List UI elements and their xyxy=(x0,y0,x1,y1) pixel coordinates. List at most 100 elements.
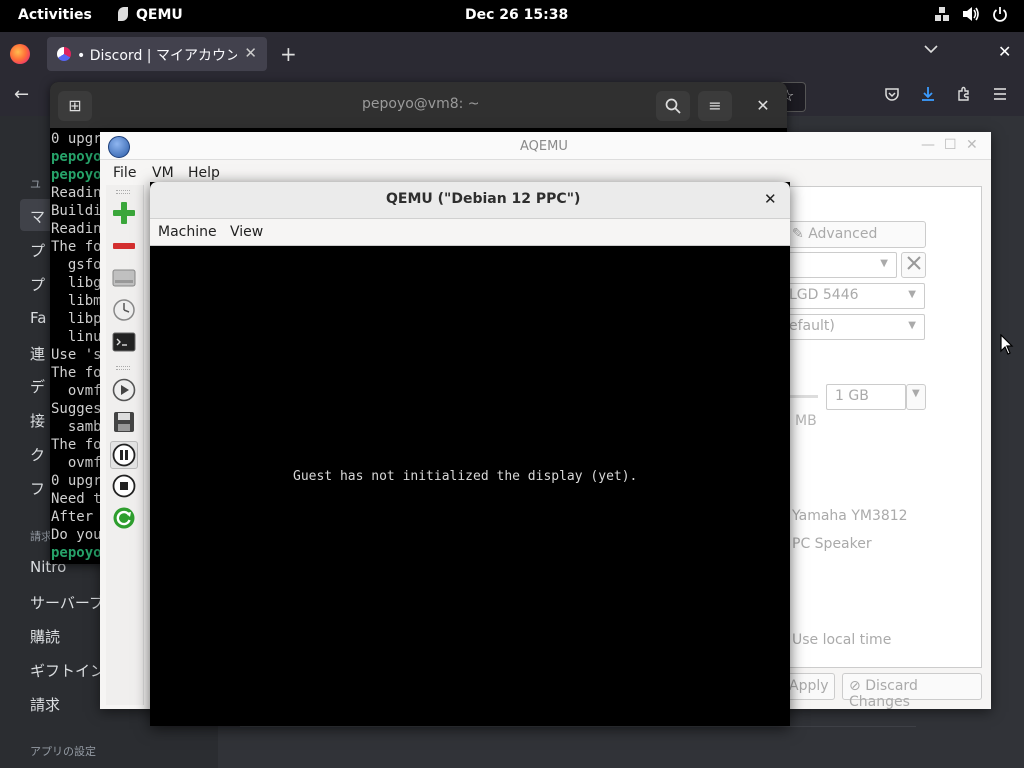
sidebar-item[interactable]: Fa xyxy=(30,309,46,327)
vm-drive-icon[interactable] xyxy=(112,266,136,290)
app-menu[interactable]: QEMU xyxy=(118,7,183,23)
sidebar-item[interactable]: プ xyxy=(30,274,45,295)
terminal-title: pepoyo@vm8: ~ xyxy=(362,96,480,112)
sidebar-item[interactable]: 接 xyxy=(30,410,45,431)
chevron-down-icon: ▼ xyxy=(880,258,888,269)
pocket-icon[interactable] xyxy=(884,86,900,106)
sidebar-item[interactable]: ク xyxy=(30,444,45,465)
firefox-logo-icon xyxy=(10,44,30,64)
video-card-select[interactable]: LGD 5446 ▼ xyxy=(780,283,925,309)
chevron-down-icon: ▼ xyxy=(908,320,916,331)
memory-dropdown-button[interactable]: ▼ xyxy=(906,384,926,410)
use-local-time-checkbox[interactable]: Use local time xyxy=(792,632,891,648)
terminal-line: The fo xyxy=(51,437,102,453)
guest-display[interactable] xyxy=(150,246,790,726)
network-question-icon xyxy=(934,6,950,26)
reset-icon[interactable] xyxy=(112,506,136,530)
sidebar-item[interactable]: マ xyxy=(30,206,45,227)
window-close-button[interactable]: ✕ xyxy=(998,42,1011,61)
terminal-line: ovmf xyxy=(51,383,102,399)
terminal-line: libg xyxy=(51,275,102,291)
wrench-icon: ✎ xyxy=(792,226,804,242)
toolbar-grip[interactable] xyxy=(116,190,130,194)
sidebar-item[interactable]: サーバーブ xyxy=(30,592,104,613)
guest-display-message: Guest has not initialized the display (y… xyxy=(293,469,638,484)
remove-vm-icon[interactable] xyxy=(112,234,136,258)
discord-favicon-icon xyxy=(57,47,71,61)
menu-help[interactable]: Help xyxy=(188,165,220,181)
terminal-line: gsfo xyxy=(51,257,102,273)
qemu-close-button[interactable]: ✕ xyxy=(764,190,777,208)
list-all-tabs-button[interactable] xyxy=(924,42,938,58)
sidebar-item[interactable]: デ xyxy=(30,376,45,397)
play-icon[interactable] xyxy=(112,378,136,402)
content-divider xyxy=(240,726,916,727)
sidebar-item[interactable]: 購読 xyxy=(30,626,60,647)
app-name-label: QEMU xyxy=(136,7,183,23)
terminal-line: Sugges xyxy=(51,401,102,417)
sidebar-item[interactable]: ギフトイン xyxy=(30,660,105,681)
tab-discord[interactable]: • Discord | マイアカウン ✕ xyxy=(47,37,267,71)
terminal-line: pepoyo xyxy=(51,149,102,165)
download-icon[interactable] xyxy=(920,86,936,106)
sidebar-item[interactable]: プ xyxy=(30,240,45,261)
maximize-button[interactable]: ☐ xyxy=(944,137,957,153)
advanced-label: Advanced xyxy=(808,226,878,242)
terminal-search-button[interactable] xyxy=(656,91,690,121)
terminal-line: Readin xyxy=(51,185,102,201)
new-terminal-tab-button[interactable]: ⊞ xyxy=(58,91,92,121)
sound-pc-speaker-checkbox[interactable]: PC Speaker xyxy=(792,536,872,552)
minimize-button[interactable]: — xyxy=(921,137,935,153)
pause-icon[interactable] xyxy=(110,441,138,469)
add-vm-icon[interactable] xyxy=(112,201,136,225)
menu-vm[interactable]: VM xyxy=(152,165,174,181)
activities-button[interactable]: Activities xyxy=(18,7,92,23)
menu-file[interactable]: File xyxy=(113,165,136,181)
terminal-line: Do you xyxy=(51,527,102,543)
menu-icon[interactable] xyxy=(992,86,1008,106)
terminal-line: The fo xyxy=(51,365,102,381)
cpu-select[interactable]: efault) ▼ xyxy=(780,314,925,340)
clock[interactable]: Dec 26 15:38 xyxy=(465,7,568,23)
discard-icon: ⊘ xyxy=(849,678,861,694)
terminal-line: linu xyxy=(51,329,102,345)
close-button[interactable]: ✕ xyxy=(966,137,978,153)
memory-unit-label: MB xyxy=(795,413,817,429)
terminal-line: Use 's xyxy=(51,347,102,363)
terminal-line: ovmf xyxy=(51,455,102,471)
sidebar-item[interactable]: フ xyxy=(30,478,45,499)
chevron-down-icon: ▼ xyxy=(908,289,916,300)
terminal-line: 0 upgr xyxy=(51,473,102,489)
terminal-line: The fo xyxy=(51,239,102,255)
back-button[interactable]: ← xyxy=(14,84,29,105)
stop-icon[interactable] xyxy=(112,474,136,498)
toolbar-grip[interactable] xyxy=(116,366,130,370)
menu-machine[interactable]: Machine xyxy=(158,224,217,240)
sidebar-item[interactable]: 請求 xyxy=(30,694,60,715)
terminal-close-button[interactable]: ✕ xyxy=(746,91,780,121)
aqemu-logo-icon xyxy=(108,136,130,158)
sound-ym3812-checkbox[interactable]: Yamaha YM3812 xyxy=(792,508,908,524)
tab-close-icon[interactable]: ✕ xyxy=(244,44,257,62)
sidebar-header: 請求 xyxy=(30,530,52,543)
memory-value-field[interactable]: 1 GB xyxy=(826,384,906,410)
clock-icon[interactable] xyxy=(112,298,136,322)
terminal-line: libm xyxy=(51,293,102,309)
terminal-line: pepoyo xyxy=(51,545,102,561)
menu-view[interactable]: View xyxy=(230,224,263,240)
system-tray[interactable] xyxy=(934,6,1008,26)
sidebar-item[interactable]: 連 xyxy=(30,343,45,364)
sidebar-header: ユ xyxy=(30,178,41,191)
machine-type-select[interactable]: ▼ xyxy=(780,252,897,278)
extensions-icon[interactable] xyxy=(956,86,972,106)
new-tab-button[interactable]: + xyxy=(280,42,297,66)
terminal-menu-button[interactable]: ≡ xyxy=(698,91,732,121)
terminal-icon[interactable] xyxy=(112,330,136,354)
discard-changes-button[interactable]: ⊘ Discard Changes xyxy=(842,673,982,710)
volume-icon xyxy=(962,6,980,26)
terminal-line: After xyxy=(51,509,102,525)
save-icon[interactable] xyxy=(112,410,136,434)
advanced-button[interactable]: ✎ Advanced xyxy=(785,221,926,248)
machine-settings-button[interactable] xyxy=(901,252,926,278)
terminal-line: Need t xyxy=(51,491,102,507)
